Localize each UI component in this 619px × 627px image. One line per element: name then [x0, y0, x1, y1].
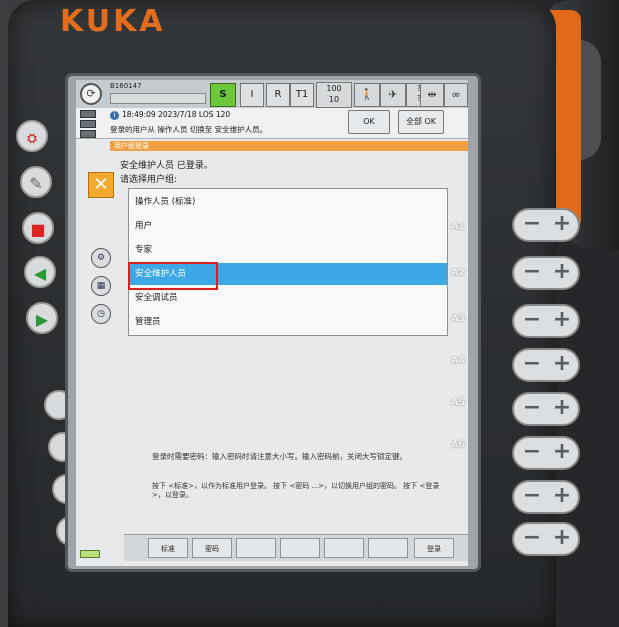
- axis-label: A4: [451, 356, 465, 366]
- clock-icon[interactable]: ◷: [91, 304, 111, 324]
- jog-key-a2[interactable]: − +: [512, 256, 580, 290]
- softkey-empty[interactable]: [368, 538, 408, 558]
- override-jog: 10: [328, 95, 340, 104]
- list-item[interactable]: 专家: [129, 239, 447, 261]
- softkey-bar: 标准 密码 登录: [124, 534, 468, 561]
- infinity-icon[interactable]: ∞: [444, 83, 468, 107]
- progress-bar: [110, 93, 206, 104]
- softkey-empty[interactable]: [236, 538, 276, 558]
- list-item[interactable]: 用户: [129, 215, 447, 237]
- axis-label: A5: [451, 398, 465, 408]
- ok-button[interactable]: OK: [348, 110, 390, 134]
- status-led: [80, 550, 100, 558]
- status-bar: ⟳ B160147 S I R T1 100 10 🚶 ✈ ?? ⇹ ∞: [76, 80, 468, 109]
- walk-icon[interactable]: 🚶: [354, 83, 380, 107]
- list-item[interactable]: 安全调试员: [129, 287, 447, 309]
- override-button[interactable]: 100 10: [316, 82, 352, 108]
- jog-icon[interactable]: ⇹: [420, 83, 444, 107]
- keys-hint: 按下 <标准>，以作为标准用户登录。 按下 <密码 ...>，以切换用户组的密码…: [152, 482, 440, 499]
- list-item[interactable]: 管理员: [129, 311, 447, 333]
- password-button[interactable]: 密码: [192, 538, 232, 558]
- softkey-empty[interactable]: [280, 538, 320, 558]
- message-text: 登录的用户从 操作人员 切换至 安全维护人员。: [110, 125, 268, 134]
- jog-key-7[interactable]: − +: [512, 480, 580, 514]
- grid-icon[interactable]: ▦: [91, 276, 111, 296]
- stop-button[interactable]: ■: [22, 212, 54, 244]
- override-program: 100: [326, 84, 342, 93]
- all-ok-button[interactable]: 全部 OK: [398, 110, 444, 134]
- selection-highlight-box: [128, 262, 218, 290]
- operating-mode-button[interactable]: T1: [290, 83, 314, 107]
- tool-icon[interactable]: ✈: [380, 83, 406, 107]
- settings-icon[interactable]: ⚙: [91, 248, 111, 268]
- drives-button[interactable]: I: [240, 83, 264, 107]
- logged-in-text: 安全维护人员 已登录。: [120, 161, 213, 171]
- close-icon[interactable]: ✕: [88, 172, 114, 198]
- jog-key-a6[interactable]: − +: [512, 436, 580, 470]
- kuka-logo: KUKA: [60, 4, 166, 39]
- robot-name: B160147: [110, 82, 142, 90]
- select-group-label: 请选择用户组:: [120, 175, 178, 185]
- axis-label: A1: [451, 222, 465, 232]
- jog-key-a5[interactable]: − +: [512, 392, 580, 426]
- msg-counter-2: [80, 120, 96, 128]
- start-backward-button[interactable]: ◀: [24, 256, 56, 288]
- robot-interpreter-button[interactable]: R: [266, 83, 290, 107]
- start-forward-button[interactable]: ▶: [26, 302, 58, 334]
- message-counters: [80, 110, 96, 140]
- standard-button[interactable]: 标准: [148, 538, 188, 558]
- jog-key-a4[interactable]: − +: [512, 348, 580, 382]
- key-switch-icon[interactable]: ⛭: [16, 120, 48, 152]
- password-hint: 登录时需要密码：输入密码时请注意大小写。输入密码前，关闭大写锁定键。: [152, 452, 407, 461]
- msg-counter-3: [80, 130, 96, 138]
- axis-label: A2: [451, 268, 465, 278]
- photo-scene: KUKA ⛭ ✎ ■ ◀ ▶ − + − + − + − + − + − + − + − + ⟳…: [0, 0, 619, 627]
- list-item[interactable]: 操作人员 (标准): [129, 191, 447, 213]
- dialog-title: 用户组登录: [110, 141, 468, 151]
- jog-key-a3[interactable]: − +: [512, 304, 580, 338]
- message-timestamp: 18:49:09 2023/7/18 LOS 120: [122, 110, 231, 119]
- axis-label: A6: [451, 440, 465, 450]
- left-toolbar: ✕ ⚙ ▦ ◷: [88, 172, 118, 324]
- jog-key-8[interactable]: − +: [512, 522, 580, 556]
- msg-counter-1: [80, 110, 96, 118]
- info-icon: i: [110, 111, 119, 120]
- axis-label: A3: [451, 314, 465, 324]
- jog-key-a1[interactable]: − +: [512, 208, 580, 242]
- hmi-screen: ⟳ B160147 S I R T1 100 10 🚶 ✈ ?? ⇹ ∞ i 1…: [76, 80, 468, 566]
- kuka-menu-icon[interactable]: ⟳: [80, 83, 102, 105]
- submit-interpreter-button[interactable]: S: [210, 83, 236, 107]
- softkey-empty[interactable]: [324, 538, 364, 558]
- pencil-icon[interactable]: ✎: [20, 166, 52, 198]
- login-button[interactable]: 登录: [414, 538, 454, 558]
